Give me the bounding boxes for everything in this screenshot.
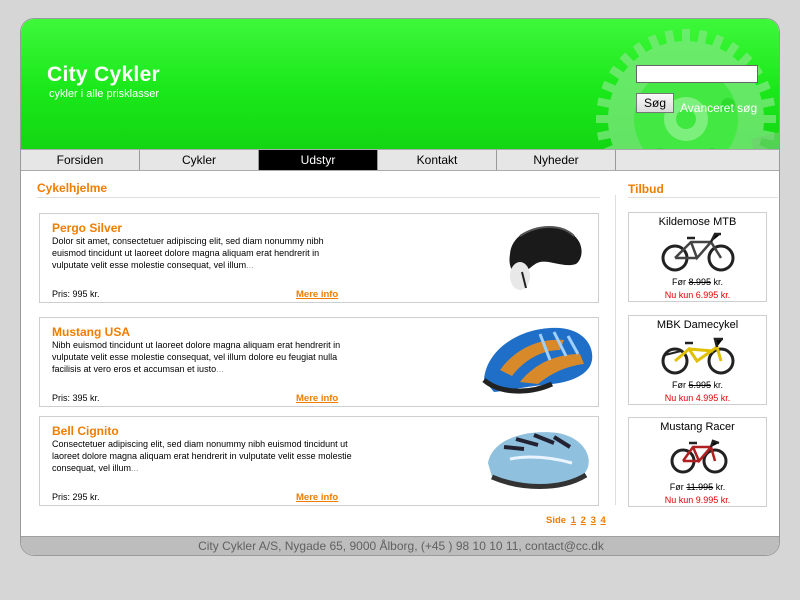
- nav-item-nyheder[interactable]: Nyheder: [497, 150, 616, 170]
- column-divider: [615, 195, 616, 505]
- search-button[interactable]: Søg: [636, 93, 674, 113]
- site-tagline: cykler i alle prisklasser: [49, 88, 160, 100]
- chainring-tooth: [596, 115, 612, 123]
- pagination-label: Side: [546, 515, 567, 526]
- sidebar-title: Tilbud: [628, 182, 664, 196]
- nav-item-cykler[interactable]: Cykler: [140, 150, 259, 170]
- product-card: Bell Cignito Consectetuer adipiscing eli…: [39, 416, 599, 506]
- chainring-tooth: [760, 115, 776, 123]
- section-title: Cykelhjelme: [37, 181, 108, 195]
- helmet-image[interactable]: [480, 320, 595, 404]
- sidebar-title-divider: [628, 197, 778, 198]
- product-price: Pris: 295 kr.: [52, 492, 100, 502]
- chainring-tooth: [601, 80, 620, 95]
- before-unit: kr.: [713, 380, 724, 390]
- nav-item-udstyr[interactable]: Udstyr: [259, 150, 378, 170]
- before-amount: 5.995: [688, 380, 711, 390]
- product-card: Mustang USA Nibh euismod tincidunt ut la…: [39, 317, 599, 407]
- product-price: Pris: 395 kr.: [52, 393, 100, 403]
- chainring-tooth: [647, 34, 662, 53]
- page-link-2[interactable]: 2: [581, 515, 586, 526]
- helmet-image[interactable]: [480, 419, 595, 503]
- main-nav: Forsiden Cykler Udstyr Kontakt Nyheder: [21, 149, 779, 171]
- offer-card[interactable]: MBK Damecykel Før 5.995 kr. Nu kun 4.995…: [628, 315, 767, 405]
- chainring-tooth: [710, 34, 725, 53]
- offer-card[interactable]: Kildemose MTB Før 8.995 kr. Nu kun 6.995…: [628, 212, 767, 302]
- offer-name[interactable]: Mustang Racer: [629, 421, 766, 433]
- chainring-graphic: [596, 29, 779, 149]
- title-divider: [37, 197, 600, 198]
- more-info-link[interactable]: Mere info: [296, 492, 338, 503]
- offer-now-price: Nu kun 4.995 kr.: [664, 393, 731, 403]
- before-unit: kr.: [715, 482, 726, 492]
- search-input[interactable]: [636, 65, 758, 83]
- pagination: Side 1 2 3 4: [546, 515, 608, 526]
- city-bike-image[interactable]: [661, 333, 735, 377]
- product-card: Pergo Silver Dolor sit amet, consectetue…: [39, 213, 599, 303]
- mtb-bike-image[interactable]: [661, 230, 735, 274]
- more-info-link[interactable]: Mere info: [296, 289, 338, 300]
- product-description: Dolor sit amet, consectetuer adipiscing …: [52, 235, 352, 271]
- product-name[interactable]: Pergo Silver: [52, 221, 122, 235]
- helmet-image[interactable]: [480, 216, 595, 300]
- advanced-search-link[interactable]: Avanceret søg: [680, 101, 757, 115]
- product-description: Nibh euismod tincidunt ut laoreet dolore…: [52, 339, 352, 375]
- racer-bike-image[interactable]: [661, 435, 735, 479]
- description-ellipsis: ...: [131, 463, 139, 473]
- page-frame: City Cykler cykler i alle prisklasser Sø…: [20, 18, 780, 556]
- offer-name[interactable]: MBK Damecykel: [629, 319, 766, 331]
- offer-before-price: Før 8.995 kr.: [629, 277, 766, 287]
- before-label: Før: [671, 277, 686, 287]
- before-amount: 11.995: [686, 482, 714, 492]
- offer-before-price: Før 11.995 kr.: [629, 482, 766, 492]
- footer: City Cykler A/S, Nygade 65, 9000 Ålborg,…: [21, 536, 779, 555]
- offer-now-price: Nu kun 6.995 kr.: [664, 290, 731, 300]
- chainring-tooth: [682, 29, 690, 45]
- product-description-text: Consectetuer adipiscing elit, sed diam n…: [52, 439, 352, 473]
- before-label: Før: [671, 380, 686, 390]
- before-label: Før: [669, 482, 684, 492]
- before-unit: kr.: [713, 277, 724, 287]
- offer-now-price: Nu kun 9.995 kr.: [664, 495, 731, 505]
- description-ellipsis: ...: [246, 260, 254, 270]
- offer-name[interactable]: Kildemose MTB: [629, 216, 766, 228]
- nav-item-forsiden[interactable]: Forsiden: [21, 150, 140, 170]
- product-description-text: Dolor sit amet, consectetuer adipiscing …: [52, 236, 324, 270]
- product-name[interactable]: Mustang USA: [52, 325, 130, 339]
- header: City Cykler cykler i alle prisklasser Sø…: [21, 19, 779, 149]
- product-description-text: Nibh euismod tincidunt ut laoreet dolore…: [52, 340, 341, 374]
- product-name[interactable]: Bell Cignito: [52, 424, 119, 438]
- more-info-link[interactable]: Mere info: [296, 393, 338, 404]
- site-title[interactable]: City Cykler: [47, 63, 160, 87]
- page-link-3[interactable]: 3: [591, 515, 596, 526]
- nav-item-kontakt[interactable]: Kontakt: [378, 150, 497, 170]
- offer-card[interactable]: Mustang Racer Før 11.995 kr. Nu kun 9.99…: [628, 417, 767, 507]
- offer-before-price: Før 5.995 kr.: [629, 380, 766, 390]
- product-description: Consectetuer adipiscing elit, sed diam n…: [52, 438, 352, 474]
- description-ellipsis: ...: [216, 364, 224, 374]
- page-link-4[interactable]: 4: [601, 515, 606, 526]
- before-amount: 8.995: [688, 277, 711, 287]
- product-price: Pris: 995 kr.: [52, 289, 100, 299]
- page-link-1[interactable]: 1: [571, 515, 576, 526]
